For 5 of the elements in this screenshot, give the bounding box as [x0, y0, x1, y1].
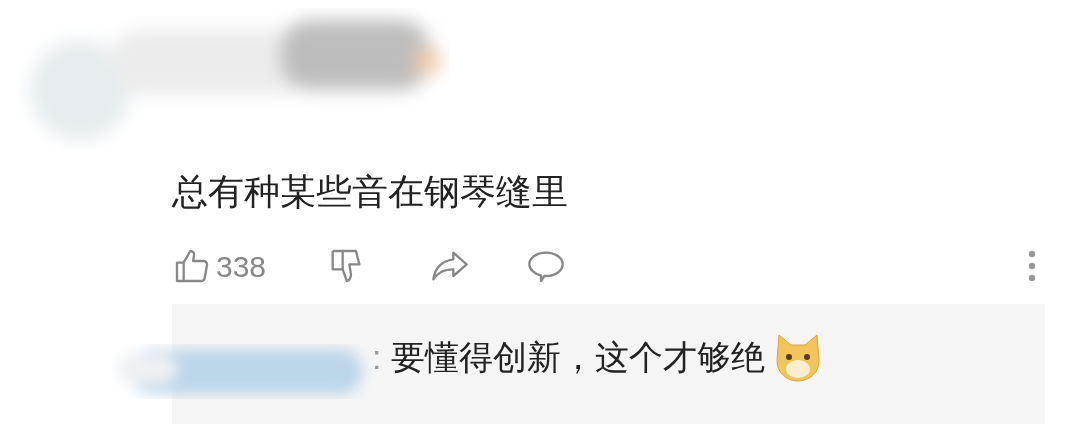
- comment-text: 总有种某些音在钢琴缝里: [172, 170, 569, 214]
- like-button[interactable]: 338: [172, 243, 267, 289]
- reply-text: 要懂得创新，这个才够绝: [391, 336, 766, 378]
- reply-separator: :: [372, 336, 382, 378]
- more-icon[interactable]: [1028, 249, 1036, 283]
